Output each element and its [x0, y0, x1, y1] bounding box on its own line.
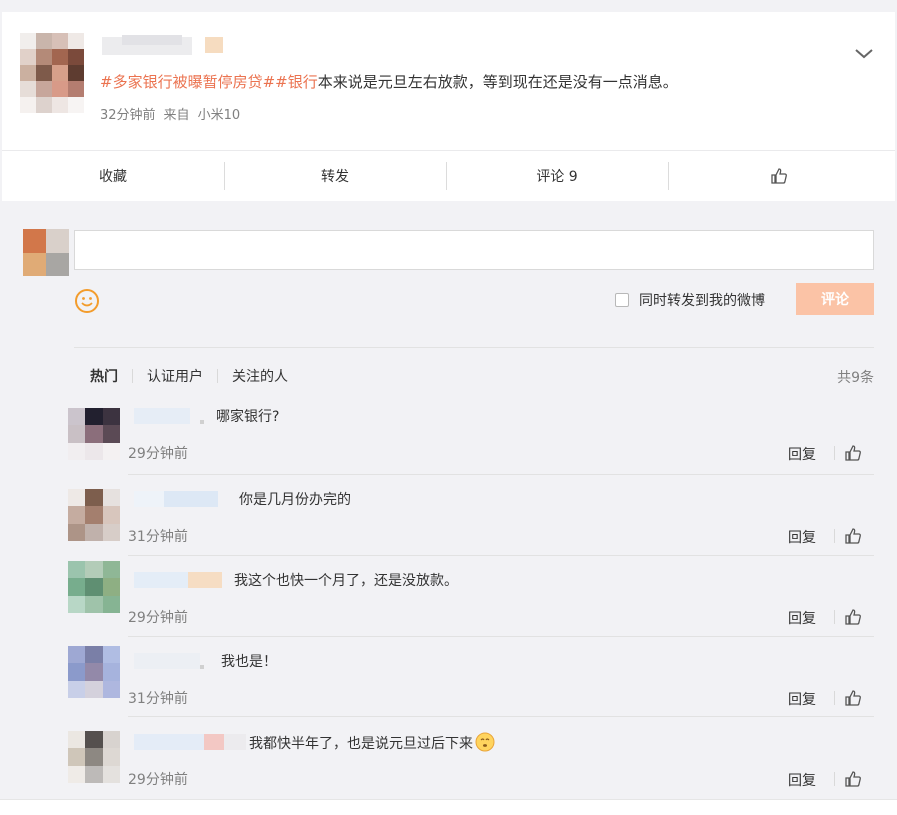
tab-verified-users[interactable]: 认证用户 — [147, 366, 203, 386]
reply-button[interactable]: 回复 — [788, 770, 816, 790]
comment-text: 你是几月份办完的 — [239, 492, 351, 508]
topic-tag-link[interactable]: #银行 — [275, 73, 318, 91]
comment-time[interactable]: 29分钟前 — [128, 769, 188, 789]
commenter-name-blurred[interactable] — [134, 572, 222, 590]
comment-time[interactable]: 29分钟前 — [128, 607, 188, 627]
thumbs-up-icon[interactable] — [834, 444, 862, 462]
comment-text: 我也是！ — [221, 654, 277, 670]
comment-item: 你是几月份办完的 31分钟前 回复 — [68, 489, 874, 572]
author-name-blurred[interactable] — [102, 35, 227, 57]
post-card: #多家银行被曝暂停房贷##银行本来说是元旦左右放款，等到现在还是没有一点消息。 … — [2, 12, 895, 201]
commenter-name-blurred[interactable] — [134, 408, 208, 426]
thumbs-up-icon[interactable] — [834, 608, 862, 626]
post-source[interactable]: 小米10 — [198, 108, 241, 123]
repost-checkbox-label[interactable]: 同时转发到我的微博 — [639, 290, 765, 310]
comment-divider — [128, 716, 874, 717]
chevron-down-icon[interactable] — [852, 42, 876, 66]
page-bottom-edge — [0, 799, 897, 815]
commenter-avatar[interactable] — [68, 408, 120, 460]
thumbs-up-icon[interactable] — [834, 689, 862, 707]
comment-time[interactable]: 31分钟前 — [128, 526, 188, 546]
commenter-name-blurred[interactable] — [134, 734, 248, 752]
comment-divider — [128, 474, 874, 475]
my-avatar — [23, 229, 69, 276]
comment-input[interactable] — [74, 230, 874, 270]
commenter-name-blurred[interactable] — [134, 491, 234, 509]
comment-text-body: 我都快半年了，也是说元旦过后下来 — [249, 736, 473, 752]
thumbs-up-icon[interactable] — [834, 770, 862, 788]
comment-filter-tabs: 热门 认证用户 关注的人 — [90, 366, 288, 386]
post-text: #多家银行被曝暂停房贷##银行本来说是元旦左右放款，等到现在还是没有一点消息。 — [100, 71, 678, 92]
comment-item: 我这个也快一个月了，还是没放款。 29分钟前 回复 — [68, 561, 874, 653]
reply-button[interactable]: 回复 — [788, 689, 816, 709]
comment-time[interactable]: 29分钟前 — [128, 443, 188, 463]
emoji-face-icon — [475, 732, 495, 752]
thumbs-up-icon[interactable] — [834, 527, 862, 545]
tab-hot[interactable]: 热门 — [90, 366, 118, 386]
post-time[interactable]: 32分钟前 — [100, 108, 156, 123]
commenter-avatar[interactable] — [68, 646, 120, 698]
divider — [74, 347, 874, 348]
tab-following[interactable]: 关注的人 — [232, 366, 288, 386]
commenter-avatar[interactable] — [68, 489, 120, 541]
source-prefix: 来自 — [163, 108, 190, 123]
thumbs-up-icon — [771, 168, 787, 184]
repost-button[interactable]: 转发 — [224, 151, 446, 202]
post-meta: 32分钟前 来自 小米10 — [100, 104, 248, 123]
tab-divider — [217, 369, 218, 383]
emoji-icon[interactable] — [74, 288, 100, 314]
commenter-name-blurred[interactable] — [134, 653, 210, 671]
repost-checkbox[interactable] — [615, 293, 629, 307]
comment-time[interactable]: 31分钟前 — [128, 688, 188, 708]
favorite-button[interactable]: 收藏 — [2, 151, 224, 202]
author-avatar[interactable] — [20, 33, 84, 113]
comment-button[interactable]: 评论 9 — [446, 151, 668, 202]
comment-item: 我也是！ 31分钟前 回复 — [68, 646, 874, 734]
reply-button[interactable]: 回复 — [788, 527, 816, 547]
comment-count: 共9条 — [837, 370, 874, 386]
reply-button[interactable]: 回复 — [788, 444, 816, 464]
comment-text: 哪家银行? — [216, 409, 280, 425]
post-body: 本来说是元旦左右放款，等到现在还是没有一点消息。 — [317, 73, 678, 91]
commenter-avatar[interactable] — [68, 731, 120, 783]
comment-text: 我这个也快一个月了，还是没放款。 — [234, 573, 458, 589]
action-bar: 收藏 转发 评论 9 — [2, 150, 895, 201]
topic-tag-link[interactable]: #多家银行被曝暂停房贷# — [100, 73, 275, 91]
submit-comment-button[interactable]: 评论 — [796, 283, 874, 315]
tab-divider — [132, 369, 133, 383]
reply-button[interactable]: 回复 — [788, 608, 816, 628]
comment-text: 我都快半年了，也是说元旦过后下来 — [249, 732, 495, 753]
like-button[interactable] — [668, 151, 890, 202]
commenter-avatar[interactable] — [68, 561, 120, 613]
comment-divider — [128, 555, 874, 556]
comment-item: 哪家银行? 29分钟前 回复 — [68, 408, 874, 489]
comment-divider — [128, 636, 874, 637]
